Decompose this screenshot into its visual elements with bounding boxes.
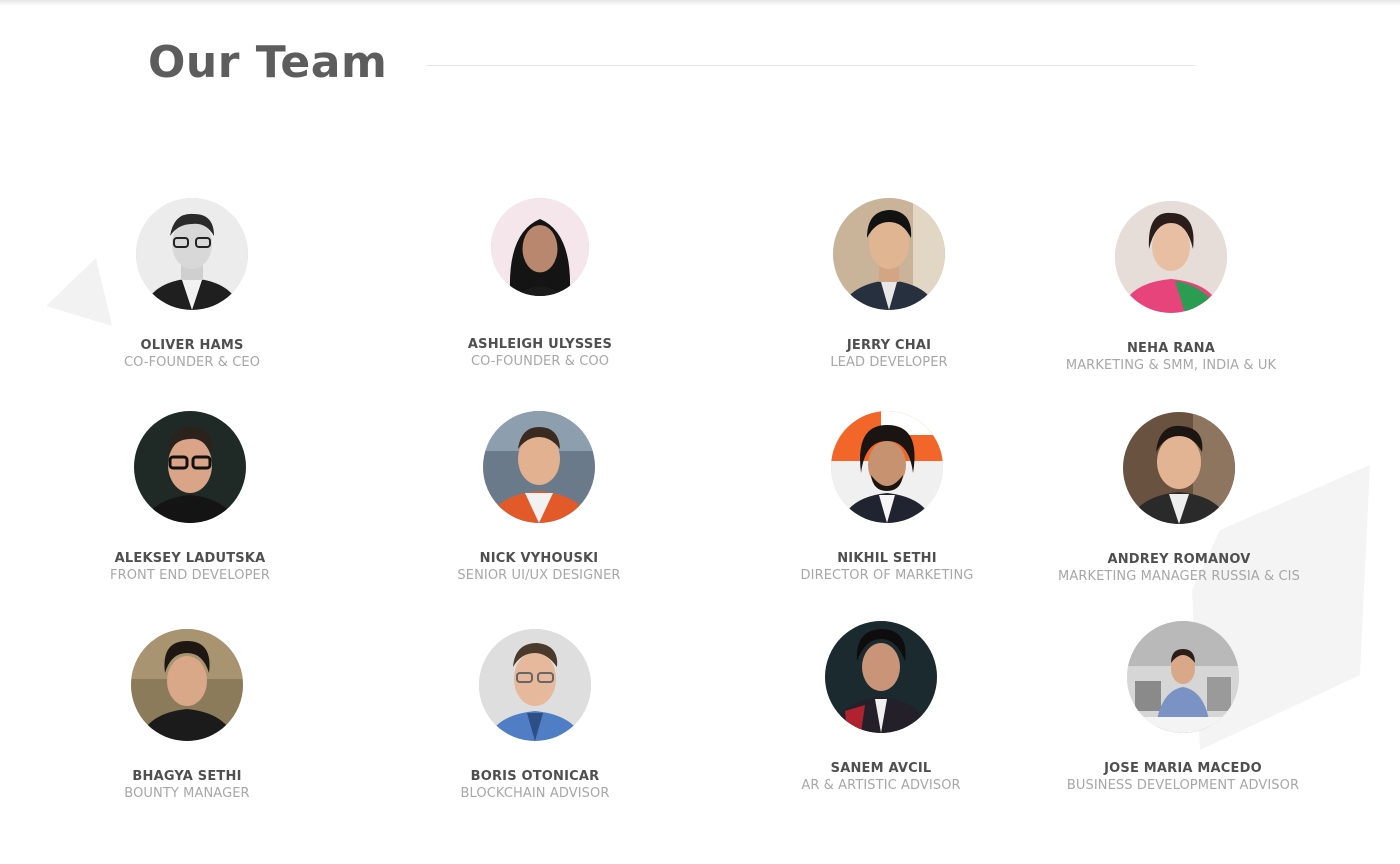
member-name: ASHLEIGH ULYSSES bbox=[467, 337, 613, 352]
member-name: NIKHIL SETHI bbox=[837, 551, 937, 566]
team-member-card: JERRY CHAI LEAD DEVELOPER bbox=[739, 198, 1039, 371]
avatar bbox=[483, 411, 595, 523]
avatar bbox=[491, 198, 589, 296]
member-role: CO-FOUNDER & CEO bbox=[123, 355, 261, 370]
member-role: MARKETING & SMM, INDIA & UK bbox=[1065, 358, 1277, 373]
avatar bbox=[1123, 412, 1235, 524]
avatar bbox=[479, 629, 591, 741]
member-name: ALEKSEY LADUTSKA bbox=[114, 551, 266, 566]
member-role: BOUNTY MANAGER bbox=[124, 786, 250, 801]
member-role: MARKETING MANAGER RUSSIA & CIS bbox=[1058, 569, 1300, 584]
avatar bbox=[833, 198, 945, 310]
team-member-card: NICK VYHOUSKI SENIOR UI/UX DESIGNER bbox=[389, 411, 689, 584]
member-name: OLIVER HAMS bbox=[140, 338, 244, 353]
team-member-card: ASHLEIGH ULYSSES CO-FOUNDER & COO bbox=[390, 198, 690, 370]
avatar bbox=[136, 198, 248, 310]
avatar bbox=[1115, 201, 1227, 313]
member-role: LEAD DEVELOPER bbox=[830, 355, 948, 370]
member-role: SENIOR UI/UX DESIGNER bbox=[457, 568, 621, 583]
title-divider bbox=[427, 65, 1195, 66]
team-member-card: NEHA RANA MARKETING & SMM, INDIA & UK bbox=[1021, 201, 1321, 374]
team-member-card: ALEKSEY LADUTSKA FRONT END DEVELOPER bbox=[40, 411, 340, 584]
member-role: CO-FOUNDER & COO bbox=[470, 354, 610, 369]
member-role: FRONT END DEVELOPER bbox=[110, 568, 270, 583]
member-name: BHAGYA SETHI bbox=[132, 769, 242, 784]
avatar bbox=[831, 411, 943, 523]
team-member-card: ANDREY ROMANOV MARKETING MANAGER RUSSIA … bbox=[1029, 412, 1329, 585]
member-name: NEHA RANA bbox=[1126, 341, 1216, 356]
member-name: BORIS OTONICAR bbox=[470, 769, 600, 784]
top-shadow bbox=[0, 0, 1400, 6]
team-member-card: NIKHIL SETHI DIRECTOR OF MARKETING bbox=[737, 411, 1037, 584]
avatar bbox=[134, 411, 246, 523]
member-name: SANEM AVCIL bbox=[830, 761, 932, 776]
member-name: NICK VYHOUSKI bbox=[479, 551, 599, 566]
team-member-card: BORIS OTONICAR BLOCKCHAIN ADVISOR bbox=[385, 629, 685, 802]
team-section: Our Team OLIVER HAMS CO-FOUNDER & CEO AS… bbox=[0, 0, 1400, 864]
team-member-card: SANEM AVCIL AR & ARTISTIC ADVISOR bbox=[731, 621, 1031, 794]
member-name: JERRY CHAI bbox=[846, 338, 932, 353]
team-member-card: OLIVER HAMS CO-FOUNDER & CEO bbox=[42, 198, 342, 371]
member-role: BLOCKCHAIN ADVISOR bbox=[460, 786, 610, 801]
team-member-card: JOSE MARIA MACEDO BUSINESS DEVELOPMENT A… bbox=[1033, 621, 1333, 794]
avatar bbox=[131, 629, 243, 741]
avatar bbox=[825, 621, 937, 733]
member-role: BUSINESS DEVELOPMENT ADVISOR bbox=[1066, 778, 1300, 793]
member-name: ANDREY ROMANOV bbox=[1107, 552, 1251, 567]
member-name: JOSE MARIA MACEDO bbox=[1104, 761, 1262, 776]
section-title: Our Team bbox=[148, 37, 388, 88]
avatar bbox=[1127, 621, 1239, 733]
member-role: DIRECTOR OF MARKETING bbox=[800, 568, 974, 583]
team-member-card: BHAGYA SETHI BOUNTY MANAGER bbox=[37, 629, 337, 802]
member-role: AR & ARTISTIC ADVISOR bbox=[801, 778, 961, 793]
